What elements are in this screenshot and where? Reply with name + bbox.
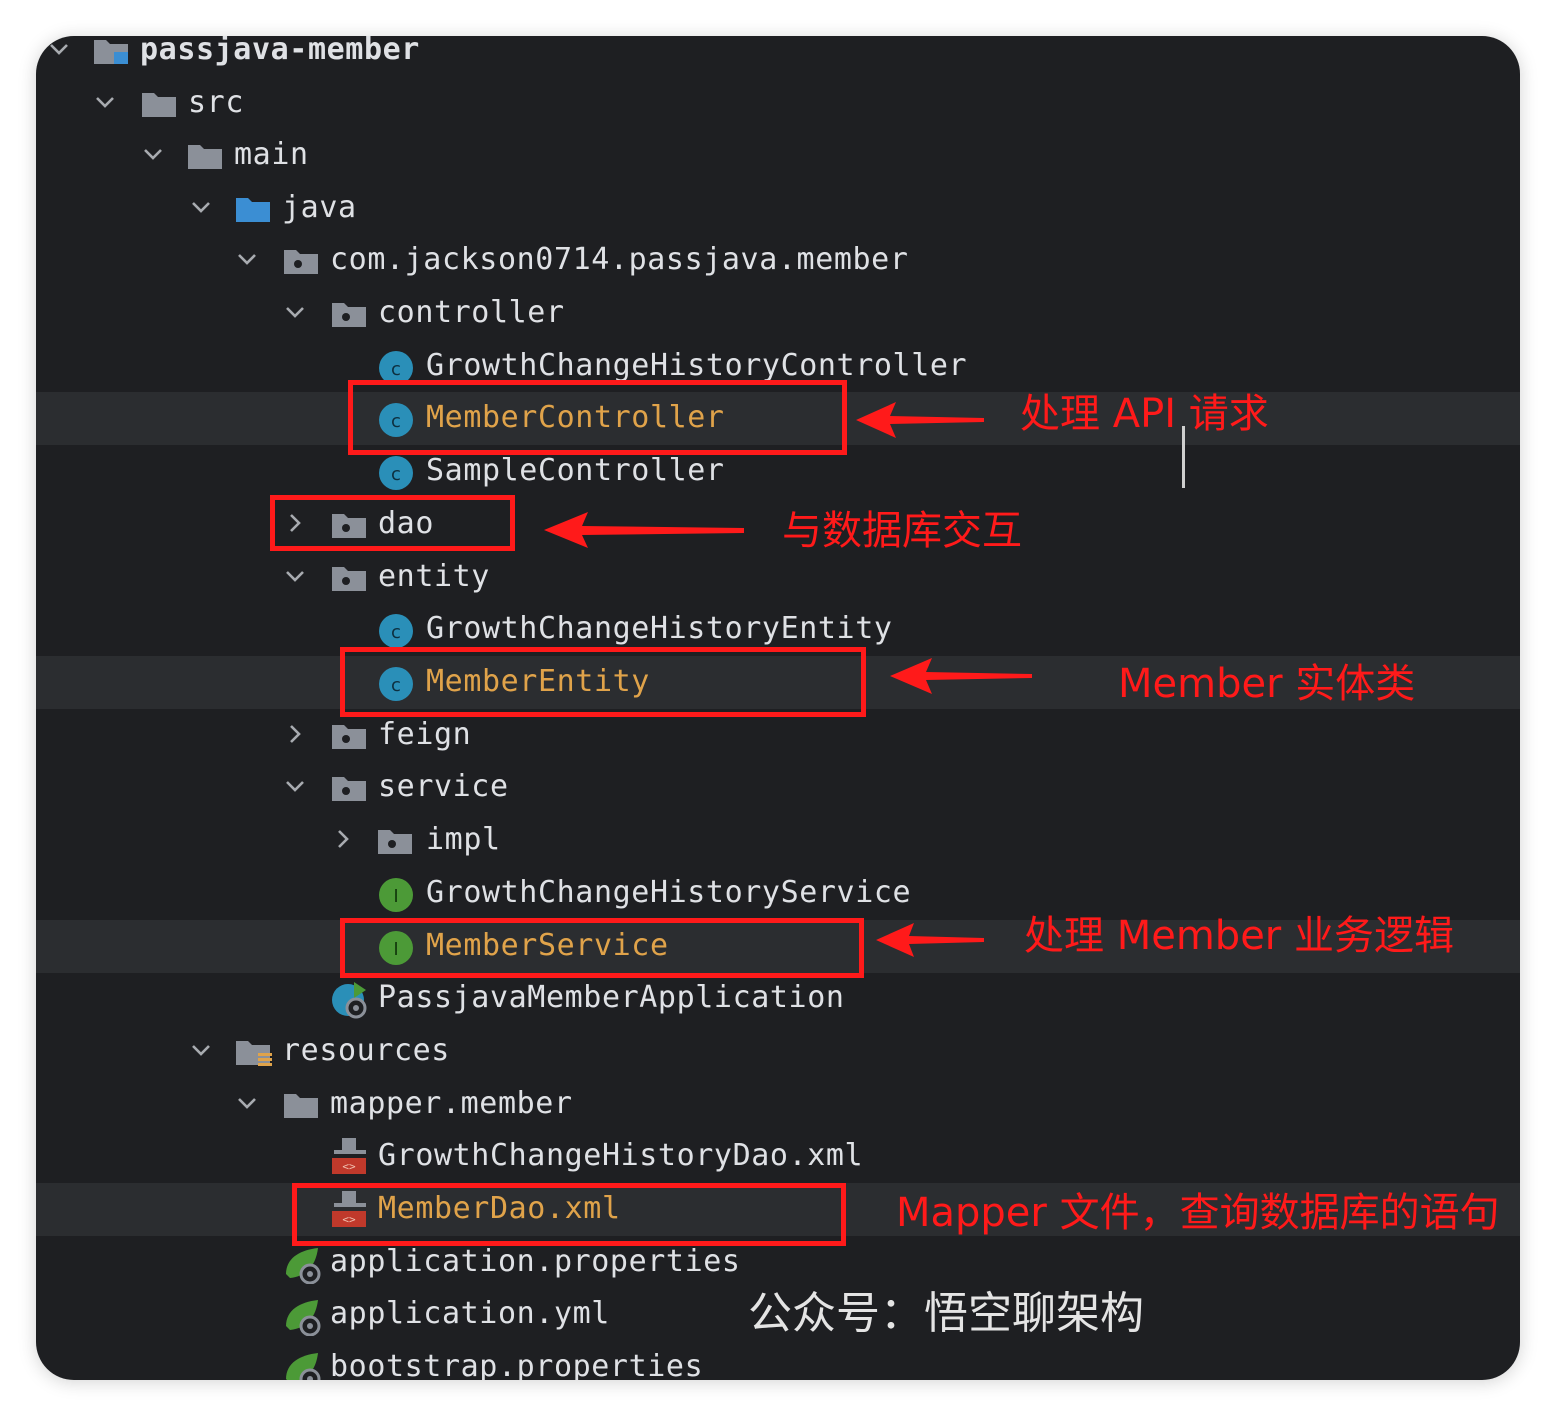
tree-row-main[interactable]: main	[36, 129, 1520, 182]
tree-label: entity	[378, 559, 490, 594]
resources-folder-icon	[234, 1037, 274, 1067]
highlight-box-service	[340, 918, 864, 978]
folder-icon	[282, 1090, 322, 1120]
tree-label: mapper.member	[330, 1086, 573, 1121]
tree-row-resources[interactable]: resources	[36, 1025, 1520, 1078]
package-icon	[330, 563, 370, 593]
arrow-left-icon	[890, 658, 1032, 694]
chevron-down-icon[interactable]	[140, 141, 166, 167]
chevron-down-icon[interactable]	[282, 773, 308, 799]
chevron-down-icon[interactable]	[234, 1090, 260, 1116]
tree-label: bootstrap.properties	[330, 1349, 704, 1380]
highlight-box-dao	[270, 495, 515, 551]
arrow-left-icon	[856, 402, 984, 438]
tree-row-bootstrap-properties[interactable]: bootstrap.properties	[36, 1341, 1520, 1380]
tree-label: impl	[426, 822, 501, 857]
xml-file-icon: <>	[330, 1138, 370, 1174]
chevron-down-icon[interactable]	[188, 194, 214, 220]
tree-label: GrowthChangeHistoryService	[426, 875, 912, 910]
tree-label: main	[234, 137, 309, 172]
chevron-down-icon[interactable]	[282, 563, 308, 589]
tree-row-dao[interactable]: dao	[36, 498, 1520, 551]
tree-label: controller	[378, 295, 565, 330]
spring-config-icon	[282, 1353, 322, 1380]
spring-boot-icon	[330, 982, 370, 1019]
class-icon: c	[376, 351, 416, 385]
spring-config-icon	[282, 1300, 322, 1336]
text-cursor	[1182, 426, 1185, 488]
tree-label: src	[188, 85, 244, 120]
tree-row-growth-dao-xml[interactable]: <> GrowthChangeHistoryDao.xml	[36, 1130, 1520, 1183]
arrow-left-icon	[544, 512, 744, 548]
tree-row-src[interactable]: src	[36, 77, 1520, 130]
tree-label: java	[282, 190, 357, 225]
tree-label: application.yml	[330, 1296, 610, 1331]
spring-config-icon	[282, 1248, 322, 1284]
tree-label: application.properties	[330, 1244, 741, 1279]
tree-label: feign	[378, 717, 472, 752]
folder-icon	[140, 89, 180, 119]
chevron-down-icon[interactable]	[46, 36, 72, 62]
annotation-service: 处理 Member 业务逻辑	[1024, 913, 1454, 959]
tree-row-mapper-member[interactable]: mapper.member	[36, 1078, 1520, 1131]
tree-label: com.jackson0714.passjava.member	[330, 242, 909, 277]
chevron-down-icon[interactable]	[188, 1037, 214, 1063]
watermark-text: 公众号：悟空聊架构	[748, 1288, 1144, 1339]
tree-row-root[interactable]: passjava-member	[36, 36, 1520, 77]
class-icon: c	[376, 614, 416, 648]
interface-icon: I	[376, 878, 416, 912]
tree-row-application-class[interactable]: PassjavaMemberApplication	[36, 972, 1520, 1025]
tree-row-entity[interactable]: entity	[36, 551, 1520, 604]
project-tree-panel: passjava-member src main java com.jackso…	[36, 36, 1520, 1380]
svg-text:c: c	[391, 464, 401, 485]
tree-row-service[interactable]: service	[36, 761, 1520, 814]
package-icon	[282, 246, 322, 276]
tree-label: PassjavaMemberApplication	[378, 980, 845, 1015]
highlight-box-controller	[348, 380, 847, 455]
chevron-right-icon[interactable]	[330, 826, 356, 852]
tree-row-impl[interactable]: impl	[36, 814, 1520, 867]
class-icon: c	[376, 456, 416, 490]
tree-row-package[interactable]: com.jackson0714.passjava.member	[36, 234, 1520, 287]
chevron-down-icon[interactable]	[282, 299, 308, 325]
highlight-box-entity	[340, 647, 866, 717]
chevron-down-icon[interactable]	[92, 89, 118, 115]
svg-text:<>: <>	[342, 1160, 356, 1173]
package-icon	[376, 826, 416, 856]
svg-text:c: c	[391, 359, 401, 380]
arrow-left-icon	[876, 923, 984, 957]
package-icon	[330, 773, 370, 803]
annotation-dao: 与数据库交互	[782, 508, 1022, 554]
tree-label: passjava-member	[140, 36, 420, 67]
svg-text:c: c	[391, 622, 401, 643]
package-icon	[330, 721, 370, 751]
highlight-box-mapper	[292, 1183, 846, 1246]
annotation-controller: 处理 API 请求	[1020, 391, 1269, 437]
svg-text:I: I	[393, 886, 398, 907]
tree-row-java[interactable]: java	[36, 182, 1520, 235]
folder-icon	[186, 141, 226, 171]
annotation-entity: Member 实体类	[1118, 661, 1416, 707]
annotation-mapper: Mapper 文件，查询数据库的语句	[896, 1190, 1500, 1236]
chevron-right-icon[interactable]	[282, 721, 308, 747]
tree-label: GrowthChangeHistoryEntity	[426, 611, 893, 646]
module-folder-icon	[92, 36, 132, 66]
tree-label: resources	[282, 1033, 450, 1068]
tree-label: GrowthChangeHistoryDao.xml	[378, 1138, 864, 1173]
tree-row-controller[interactable]: controller	[36, 287, 1520, 340]
tree-label: service	[378, 769, 509, 804]
chevron-down-icon[interactable]	[234, 246, 260, 272]
package-icon	[330, 299, 370, 329]
tree-label: SampleController	[426, 453, 725, 488]
source-folder-icon	[234, 194, 274, 224]
